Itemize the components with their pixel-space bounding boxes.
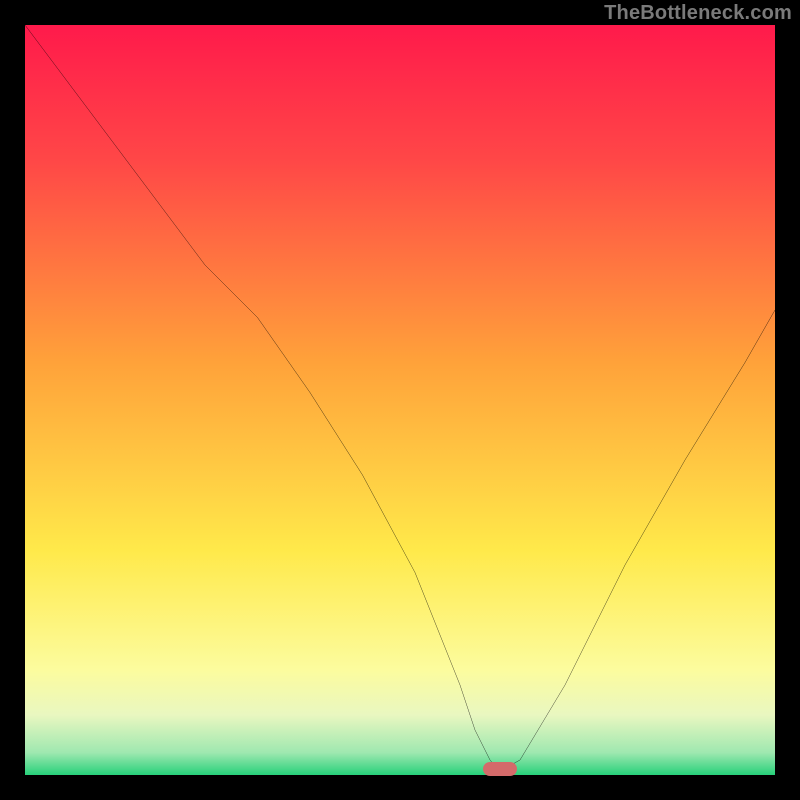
plot-area [25, 25, 775, 775]
chart-frame: TheBottleneck.com [0, 0, 800, 800]
bottleneck-curve [25, 25, 775, 775]
optimal-marker [483, 762, 517, 776]
watermark: TheBottleneck.com [604, 2, 792, 25]
